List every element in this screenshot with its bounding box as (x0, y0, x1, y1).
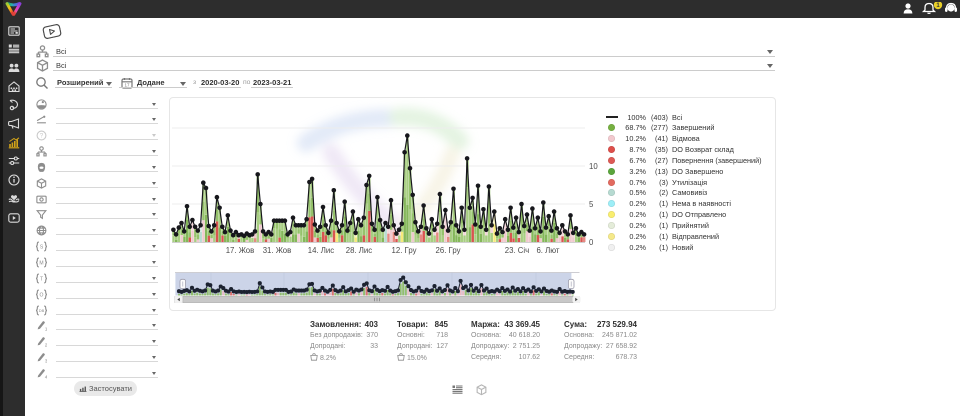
svg-text:6. Лют: 6. Лют (536, 246, 559, 255)
svg-text:5: 5 (589, 200, 594, 209)
svg-text:0: 0 (589, 238, 594, 247)
svg-text:14. Лис: 14. Лис (308, 246, 334, 255)
svg-text:23. Січ: 23. Січ (505, 246, 529, 255)
svg-text:17. Жов: 17. Жов (226, 246, 255, 255)
svg-text:26. Гру: 26. Гру (436, 246, 461, 255)
svg-text:31. Жов: 31. Жов (263, 246, 292, 255)
svg-text:28. Лис: 28. Лис (346, 246, 372, 255)
svg-text:12. Гру: 12. Гру (392, 246, 417, 255)
svg-text:10: 10 (589, 162, 598, 171)
